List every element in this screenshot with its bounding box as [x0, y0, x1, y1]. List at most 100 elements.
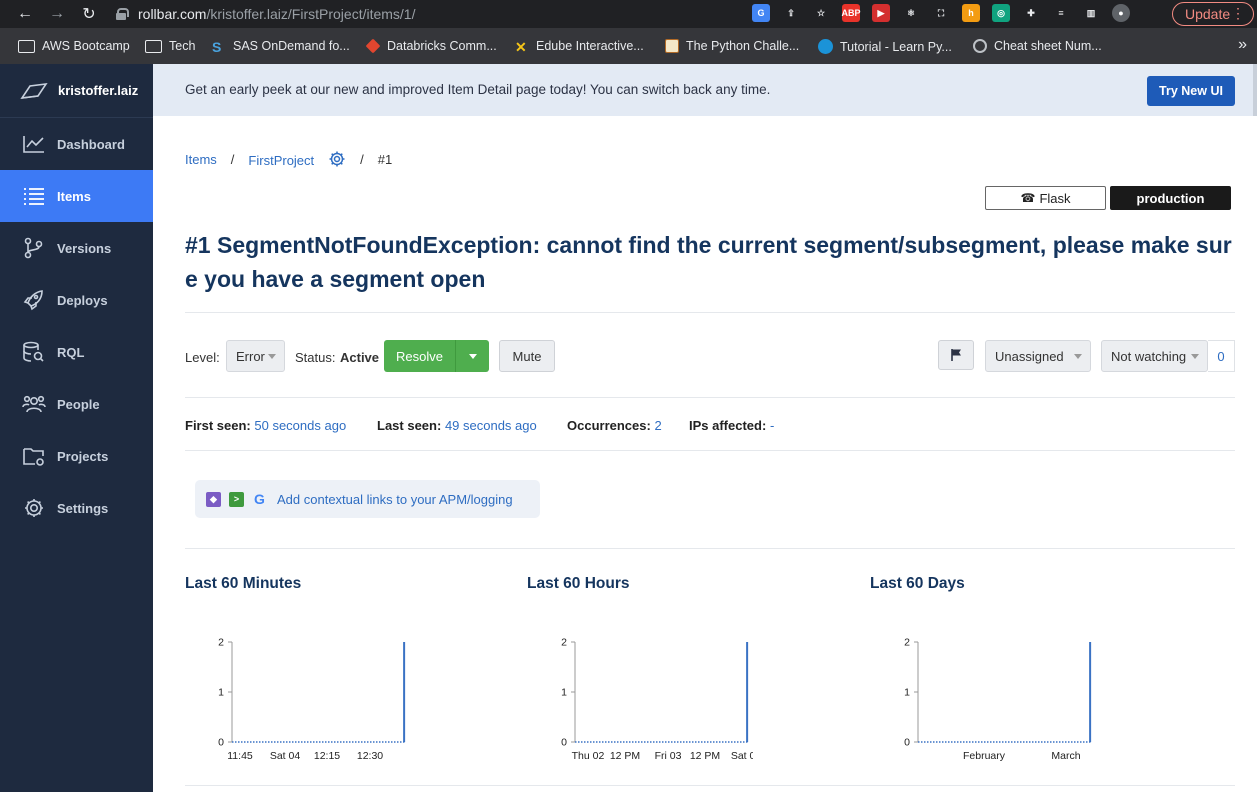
sidebar-header[interactable]: kristoffer.laiz [0, 64, 153, 118]
x-tick-label: Thu 02 [572, 750, 605, 762]
flag-button[interactable] [938, 340, 974, 370]
sidebar-item-people[interactable]: People [0, 378, 153, 430]
folder-icon [145, 39, 162, 53]
sidebar-item-label: People [57, 396, 100, 412]
try-new-ui-button[interactable]: Try New UI [1147, 76, 1235, 106]
y-tick-label: 1 [218, 687, 224, 699]
scrollbar[interactable] [1253, 64, 1257, 116]
google-icon: G [254, 491, 265, 507]
divider [185, 548, 1235, 549]
sidebar-item-items[interactable]: Items [0, 170, 153, 222]
sidebar-item-label: Versions [57, 240, 112, 256]
sidebar-item-dashboard[interactable]: Dashboard [0, 118, 153, 170]
youtube-ext-icon[interactable]: ▶ [872, 4, 890, 22]
resolve-options-caret[interactable] [455, 340, 489, 372]
sidebar-item-label: Projects [57, 448, 109, 464]
project-settings-gear-icon[interactable] [328, 150, 346, 168]
datadog-icon: ◆ [206, 491, 221, 507]
bookmark-aws-bootcamp[interactable]: AWS Bootcamp [18, 39, 130, 53]
first-seen: First seen: 50 seconds ago [185, 418, 346, 433]
occurrences-value[interactable]: 2 [654, 418, 661, 433]
sidebar-item-versions[interactable]: Versions [0, 222, 153, 274]
sidepanel-icon[interactable]: ▥ [1082, 4, 1100, 22]
database-search-icon [22, 341, 46, 363]
chevron-down-icon [268, 354, 276, 359]
bookmark-edube[interactable]: ✕ Edube Interactive... [515, 39, 644, 55]
terminal-icon: > [229, 491, 244, 507]
sidebar-item-rql[interactable]: RQL [0, 326, 153, 378]
flag-icon [951, 349, 961, 361]
profile-avatar-icon[interactable]: ● [1112, 4, 1130, 22]
ips-affected-value[interactable]: - [770, 418, 774, 433]
divider [185, 785, 1235, 786]
bookmark-label: Tech [169, 39, 196, 53]
bookmark-cheatsheet[interactable]: Cheat sheet Num... [973, 39, 1102, 53]
bookmark-python-challenge[interactable]: The Python Challe... [665, 39, 799, 53]
bookmark-label: Databricks Comm... [387, 39, 497, 53]
bookmark-label: Cheat sheet Num... [994, 39, 1102, 53]
first-seen-label: First seen: [185, 418, 251, 433]
y-tick-label: 1 [561, 687, 567, 699]
reload-icon[interactable]: ↻ [78, 3, 100, 25]
banner-text: Get an early peek at our new and improve… [185, 82, 771, 97]
resolve-label: Resolve [396, 348, 443, 364]
bookmarks-more-icon[interactable]: » [1238, 36, 1247, 54]
chatgpt-icon[interactable]: ◎ [992, 4, 1010, 22]
share-icon[interactable]: ⇪ [782, 4, 800, 22]
chart-title-days: Last 60 Days [870, 575, 965, 592]
screenshot-icon[interactable]: ⛶ [932, 4, 950, 22]
breadcrumb-separator: / [230, 151, 235, 167]
account-name: kristoffer.laiz [58, 83, 139, 98]
first-seen-value[interactable]: 50 seconds ago [254, 418, 346, 433]
databricks-icon [365, 38, 381, 54]
resolve-button[interactable]: Resolve [384, 340, 489, 372]
back-arrow-icon[interactable]: ← [14, 3, 36, 25]
x-tick-label: 11:45 [227, 750, 253, 762]
sidebar-item-deploys[interactable]: Deploys [0, 274, 153, 326]
y-tick-label: 1 [904, 687, 910, 699]
sidebar-item-settings[interactable]: Settings [0, 482, 153, 534]
item-controls: Level: Error Status: Active Resolve Mute… [185, 340, 1235, 372]
playlist-icon[interactable]: ≡ [1052, 4, 1070, 22]
watch-dropdown[interactable]: Not watching [1101, 340, 1208, 372]
update-button[interactable]: Update ⋮ [1172, 2, 1254, 26]
url-path: /kristoffer.laiz/FirstProject/items/1/ [206, 6, 416, 22]
watch-value: Not watching [1111, 348, 1187, 364]
menu-dots-icon[interactable]: ⋮ [1231, 5, 1245, 22]
address-bar[interactable]: rollbar.com/kristoffer.laiz/FirstProject… [110, 1, 846, 27]
assignee-dropdown[interactable]: Unassigned [985, 340, 1091, 372]
breadcrumb-items-link[interactable]: Items [185, 152, 217, 167]
forward-arrow-icon[interactable]: → [46, 3, 68, 25]
chart-svg: 2 1 0 February March [904, 637, 1092, 762]
apm-links-box[interactable]: ◆ > G Add contextual links to your APM/l… [195, 480, 540, 518]
watcher-count[interactable]: 0 [1208, 340, 1235, 372]
adblock-icon[interactable]: ABP [842, 4, 861, 22]
breadcrumb-project-link[interactable]: FirstProject [248, 151, 314, 168]
bookmark-learnpython[interactable]: Tutorial - Learn Py... [818, 39, 952, 54]
puzzle-icon[interactable]: ✚ [1022, 4, 1040, 22]
x-tick-label: Fri 03 [655, 750, 682, 762]
last-seen-value[interactable]: 49 seconds ago [445, 418, 537, 433]
divider [185, 312, 1235, 313]
items-list-icon [22, 185, 46, 207]
bookmark-databricks[interactable]: Databricks Comm... [365, 38, 497, 54]
chevron-down-icon [1191, 354, 1199, 359]
google-icon[interactable]: G [752, 4, 770, 22]
level-dropdown[interactable]: Error [226, 340, 285, 372]
chart-last-60-minutes: 2 1 0 11:45 Sat 04 12:15 12:30 [210, 630, 410, 770]
star-icon[interactable]: ☆ [812, 4, 830, 22]
browser-toolbar: ← → ↻ rollbar.com/kristoffer.laiz/FirstP… [0, 0, 1257, 28]
react-icon[interactable]: ⚛ [902, 4, 920, 22]
gear-icon [22, 497, 46, 519]
honey-icon[interactable]: h [962, 4, 980, 22]
chevron-down-icon [468, 353, 477, 359]
last-seen: Last seen: 49 seconds ago [377, 418, 537, 433]
mute-button[interactable]: Mute [499, 340, 555, 372]
ips-affected-label: IPs affected: [689, 418, 767, 433]
bookmark-tech[interactable]: Tech [145, 39, 195, 53]
bookmark-label: SAS OnDemand fo... [233, 39, 350, 53]
apm-link-text[interactable]: Add contextual links to your APM/logging [277, 492, 513, 507]
y-tick-label: 0 [218, 737, 224, 749]
sidebar-item-projects[interactable]: Projects [0, 430, 153, 482]
bookmark-sas[interactable]: S SAS OnDemand fo... [212, 39, 350, 55]
